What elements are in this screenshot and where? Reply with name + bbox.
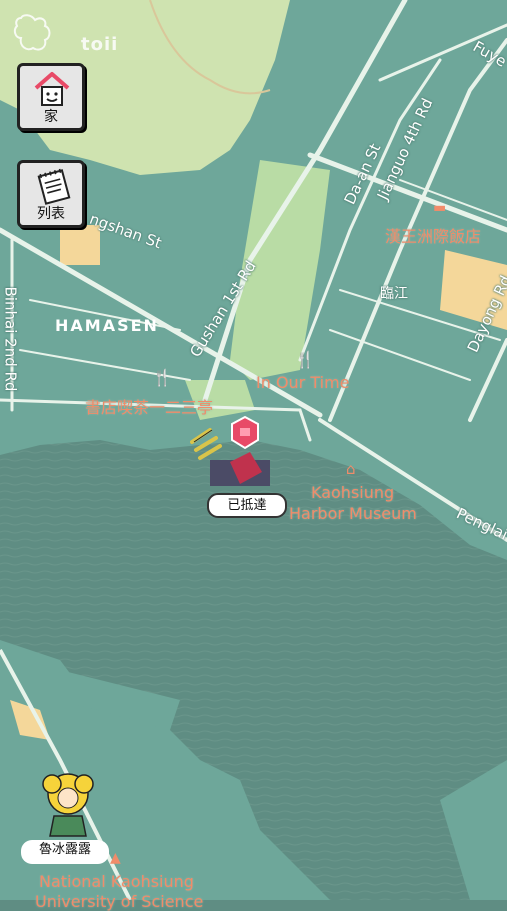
home-button[interactable]: 家 <box>17 63 85 131</box>
poi-in-our-time[interactable]: In Our Time <box>256 373 350 392</box>
logo-mark-icon <box>13 14 51 51</box>
district-label-hamasen: HAMASEN <box>55 316 159 335</box>
list-button[interactable]: 列表 <box>17 160 85 228</box>
street-label-binhai: Binhai 2nd Rd <box>1 286 20 392</box>
cafe-icon: 🍴 <box>152 368 172 387</box>
school-icon: ▲ <box>110 850 121 866</box>
poi-university-line2[interactable]: University of Science <box>35 892 203 911</box>
notepad-icon <box>37 168 71 205</box>
poi-museum-line2[interactable]: Harbor Museum <box>289 504 417 523</box>
logo-text: toii <box>81 34 119 55</box>
poi-museum-line1[interactable]: Kaohsiung <box>311 483 394 502</box>
poi-hotel[interactable]: 漢王洲際飯店 <box>385 223 481 247</box>
character-label: 魯冰露露 <box>21 840 109 864</box>
character-avatar-icon <box>42 773 94 837</box>
sand-block-1 <box>60 225 100 265</box>
character-marker[interactable] <box>38 772 98 838</box>
house-icon <box>34 72 70 106</box>
location-pin-icon <box>190 415 270 486</box>
list-button-label: 列表 <box>37 206 65 222</box>
hotel-icon: ▬ <box>433 200 447 216</box>
poi-university-line1[interactable]: National Kaohsiung <box>39 872 194 891</box>
app-logo: toii <box>13 14 117 60</box>
street-label-local: 臨江 <box>380 286 408 302</box>
reached-label: 已抵達 <box>207 493 287 518</box>
restaurant-icon: 🍴 <box>295 350 315 369</box>
reached-location-marker[interactable] <box>190 412 290 492</box>
home-button-label: 家 <box>44 109 58 125</box>
museum-icon: ⌂ <box>346 460 356 478</box>
